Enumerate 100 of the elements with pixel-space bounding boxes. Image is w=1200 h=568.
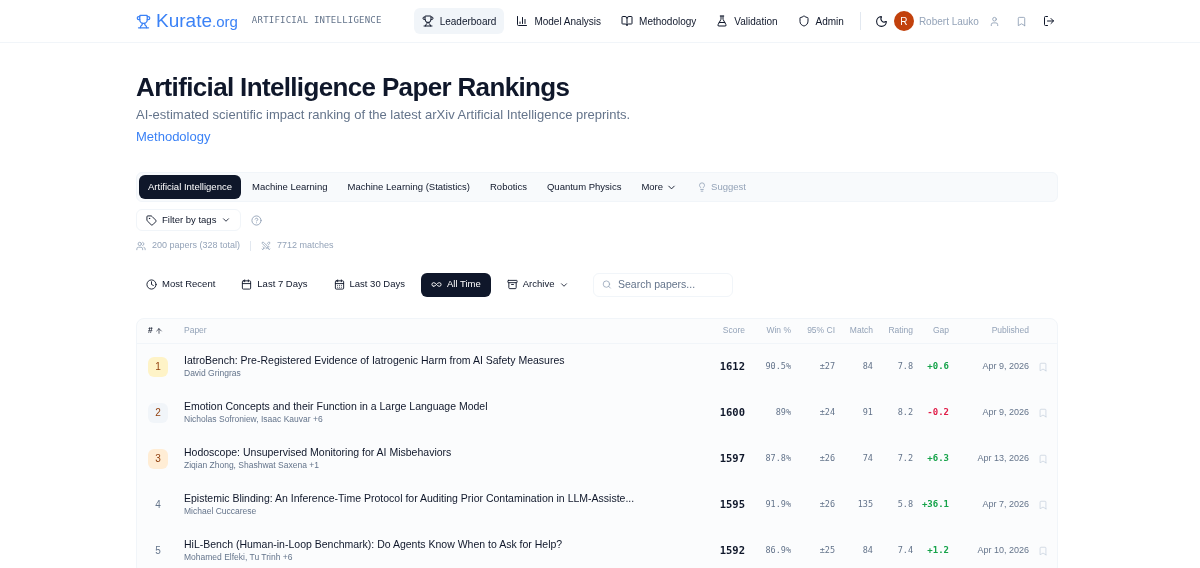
score-cell-text: 1597 [718,450,745,466]
time-filter-button[interactable]: Most Recent [136,272,226,297]
gap-cell-text: +1.2 [926,543,949,557]
trophy-icon [421,15,434,27]
search-icon [602,279,613,290]
users-icon [136,240,146,251]
score-cell-text: 1600 [718,404,745,420]
paper-title[interactable]: IatroBench: Pre-Registered Evidence of Iatrogenic Harm from AI Safety Measures [184,353,705,367]
search-input[interactable]: Search papers... [618,276,725,293]
papers-count: 200 papers (328 total) [152,239,241,252]
published-cell-text: Apr 7, 2026 [981,497,1029,511]
win-rate-cell-text: 91.9% [764,498,791,511]
trophy-icon [136,13,151,29]
bookmark-icon[interactable] [1038,407,1048,418]
bookmark-icon[interactable] [1038,545,1048,556]
score-cell-text: 1595 [718,496,745,512]
gap-cell-text: -0.2 [926,405,949,419]
nav-tab[interactable]: Model Analysis [508,8,610,34]
paper-title[interactable]: Hodoscope: Unsupervised Monitoring for AI Misbehaviors [184,445,705,459]
rating-cell-text: 7.8 [896,360,913,373]
ci-cell-text: ±25 [818,544,835,557]
archive-dropdown[interactable]: Archive [496,272,580,297]
matches-count: 7712 matches [277,239,334,252]
bookmark-icon[interactable] [1038,499,1048,510]
moon-icon[interactable] [874,14,888,28]
score-cell-text: 1612 [718,358,745,374]
category-tab[interactable]: Machine Learning [242,175,337,199]
published-cell-text: Apr 9, 2026 [981,405,1029,419]
page-title: Artificial Intelligence Paper Rankings [136,71,571,104]
rank-badge: 2 [148,402,168,423]
chevron-down-icon [221,215,232,225]
match-cell-text: 91 [861,406,873,419]
win-rate-cell-text: 89% [774,406,791,419]
calendar-icon [333,279,345,290]
logo[interactable]: Kurate.org [156,6,238,36]
ci-cell-text: ±26 [818,498,835,511]
nav-tab[interactable]: Leaderboard [413,8,505,34]
time-filter-button[interactable]: Last 30 Days [323,272,415,297]
win-rate-cell-text: 90.5% [764,360,791,373]
time-filter-button[interactable]: Last 7 Days [231,272,318,297]
user-icon[interactable] [988,15,1000,27]
filter-dropdown[interactable]: Filter by tags [136,209,242,231]
calendar-icon [241,279,253,290]
rank-badge: 3 [148,448,168,469]
gap-cell-text: +36.1 [920,497,949,511]
paper-title[interactable]: HiL-Bench (Human-in-Loop Benchmark): Do Agents Know When to Ask for Help? [184,537,705,551]
ci-cell-text: ±26 [818,452,835,465]
bookmark-icon[interactable] [1015,15,1027,27]
rating-cell-text: 7.2 [896,452,913,465]
rank-number: 5 [155,544,161,558]
nav-tab[interactable]: Validation [708,8,786,34]
arrow-up-icon [154,326,163,335]
bookmark-icon[interactable] [1038,453,1048,464]
clock-icon [146,279,157,290]
ci-cell-text: ±27 [818,360,835,373]
nav-tab[interactable]: Admin [789,8,852,34]
nav-tab[interactable]: Methodology [613,8,705,34]
paper-authors: Nicholas Sofroniew, Isaac Kauvar +6 [184,413,324,426]
lightbulb-icon [697,182,708,192]
paper-title[interactable]: Epistemic Blinding: An Inference-Time Protocol for Auditing Prior Contamination in LLM-Assiste... [184,491,705,505]
bar-chart-icon [516,15,529,27]
category-tab[interactable]: Quantum Physics [537,175,631,199]
bookmark-icon[interactable] [1038,361,1048,372]
published-cell-text: Apr 9, 2026 [981,359,1029,373]
section-label: ARTIFICIAL INTELLIGENCE [251,14,382,28]
paper-authors: David Gringras [184,367,242,380]
score-cell-text: 1592 [718,542,745,558]
match-cell-text: 84 [861,544,873,557]
archive-icon [506,279,518,290]
infinity-icon [430,279,442,290]
rating-cell-text: 8.2 [896,406,913,419]
swords-icon [261,240,272,251]
time-filter-button[interactable]: All Time [420,272,491,297]
gap-cell-text: +6.3 [926,451,949,465]
category-tab[interactable]: Robotics [481,175,536,199]
ci-cell-text: ±24 [818,406,835,419]
more-dropdown[interactable]: More [632,175,687,199]
rating-cell-text: 5.8 [896,498,913,511]
rating-cell-text: 7.4 [896,544,913,557]
paper-authors: Ziqian Zhong, Shashwat Saxena +1 [184,459,320,472]
gap-cell-text: +0.6 [926,359,949,373]
paper-authors: Michael Cuccarese [184,505,258,518]
page-subtitle: AI-estimated scientific impact ranking of the latest arXiv Artificial Intelligence preprints. [136,106,632,124]
help-icon[interactable] [251,214,263,226]
category-tab[interactable]: Artificial Intelligence [139,175,241,199]
avatar[interactable]: R [893,11,914,31]
user-name: Robert Lauko [918,14,979,29]
paper-title[interactable]: Emotion Concepts and their Function in a Large Language Model [184,399,705,413]
match-cell-text: 74 [861,452,873,465]
logout-icon[interactable] [1042,15,1055,27]
published-cell-text: Apr 13, 2026 [976,451,1029,465]
category-tab[interactable]: Machine Learning (Statistics) [338,175,479,199]
match-cell-text: 84 [861,360,873,373]
search-field[interactable]: Search papers... [593,272,734,297]
methodology-link[interactable]: Methodology [136,129,211,144]
win-rate-cell-text: 87.8% [764,452,791,465]
win-rate-cell-text: 86.9% [764,544,791,557]
published-cell-text: Apr 10, 2026 [976,543,1029,557]
book-icon [621,15,634,27]
column-header[interactable]: # [137,324,184,337]
